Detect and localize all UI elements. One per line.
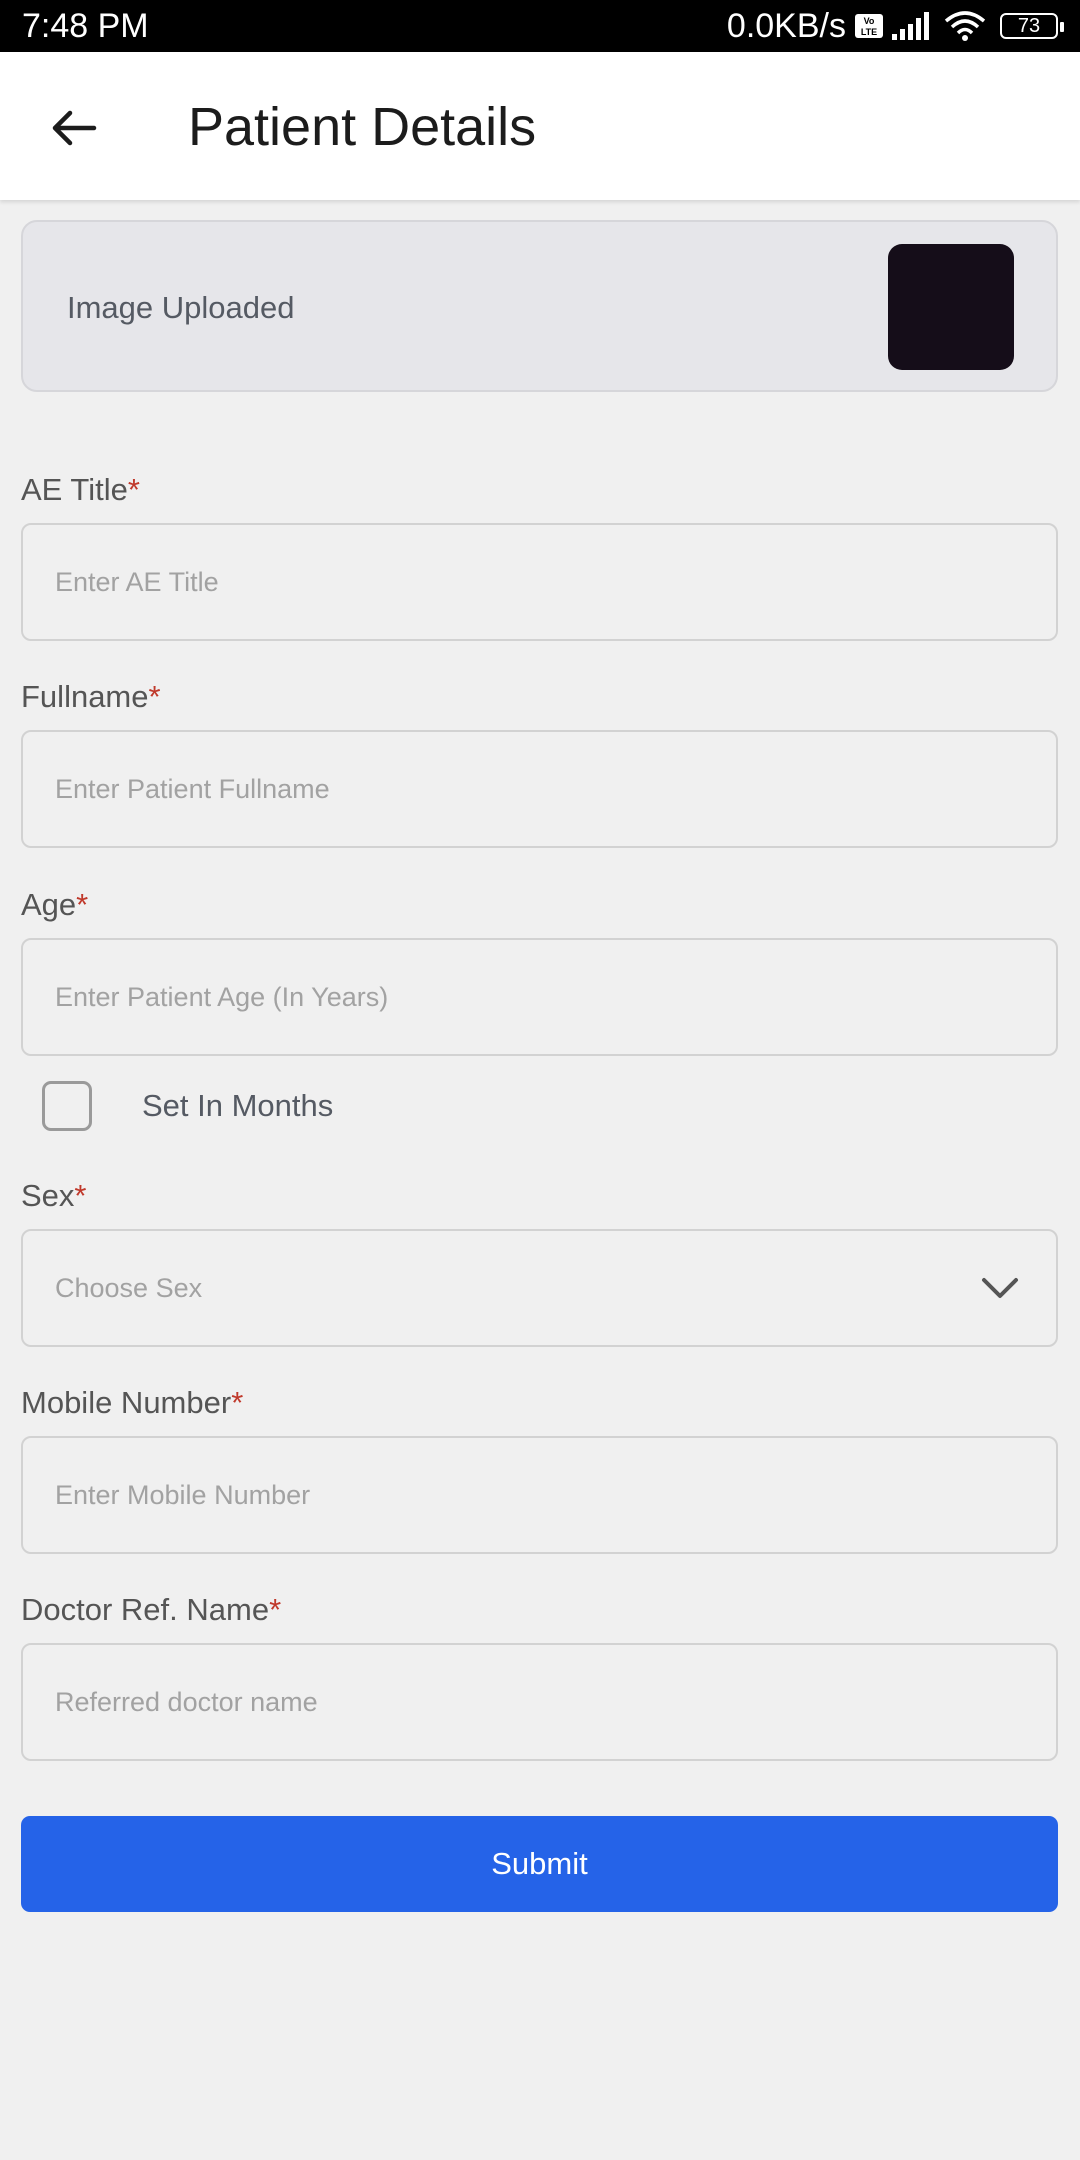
svg-text:LTE: LTE [861, 27, 877, 37]
status-icons: 0.0KB/s Vo LTE 73 [726, 6, 1064, 46]
set-in-months-label: Set In Months [142, 1088, 334, 1123]
volte-icon: Vo LTE [854, 13, 884, 39]
set-in-months-toggle[interactable]: Set In Months [42, 1078, 333, 1134]
ae-title-input[interactable] [23, 525, 1056, 639]
set-in-months-checkbox[interactable] [42, 1081, 92, 1131]
status-time: 7:48 PM [22, 6, 149, 45]
back-button[interactable] [44, 98, 104, 158]
sex-select-placeholder: Choose Sex [55, 1272, 203, 1303]
required-marker: * [148, 679, 161, 714]
signal-icon [892, 12, 936, 40]
wifi-icon [944, 11, 986, 41]
fullname-field[interactable] [21, 730, 1058, 848]
image-upload-card[interactable]: Image Uploaded [21, 220, 1058, 392]
ae-title-field[interactable] [21, 523, 1058, 641]
doctor-ref-input[interactable] [23, 1645, 1056, 1759]
app-bar: Patient Details [0, 52, 1080, 200]
network-speed: 0.0KB/s [726, 6, 846, 45]
chevron-down-icon [978, 1267, 1022, 1311]
mobile-number-input[interactable] [23, 1438, 1056, 1552]
required-marker: * [269, 1592, 282, 1627]
doctor-ref-label: Doctor Ref. Name* [21, 1592, 282, 1627]
fullname-input[interactable] [23, 732, 1056, 846]
age-label: Age* [21, 887, 89, 922]
fullname-label: Fullname* [21, 679, 161, 714]
upload-status-label: Image Uploaded [67, 290, 295, 325]
age-input[interactable] [23, 940, 1056, 1054]
sex-label: Sex* [21, 1178, 87, 1213]
page-title: Patient Details [188, 97, 537, 157]
ae-title-label: AE Title* [21, 472, 140, 507]
required-marker: * [76, 887, 89, 922]
required-marker: * [74, 1178, 87, 1213]
uploaded-image-thumbnail[interactable] [888, 244, 1014, 370]
required-marker: * [231, 1385, 244, 1420]
sex-select[interactable]: Choose Sex [21, 1229, 1058, 1347]
submit-button[interactable]: Submit [21, 1816, 1058, 1912]
doctor-ref-field[interactable] [21, 1643, 1058, 1761]
status-bar: 7:48 PM 0.0KB/s Vo LTE 73 [0, 0, 1080, 52]
mobile-number-field[interactable] [21, 1436, 1058, 1554]
required-marker: * [127, 472, 140, 507]
mobile-number-label: Mobile Number* [21, 1385, 244, 1420]
arrow-left-icon [52, 110, 97, 146]
age-field[interactable] [21, 938, 1058, 1056]
battery-icon: 73 [1000, 13, 1064, 39]
svg-text:Vo: Vo [864, 16, 875, 26]
